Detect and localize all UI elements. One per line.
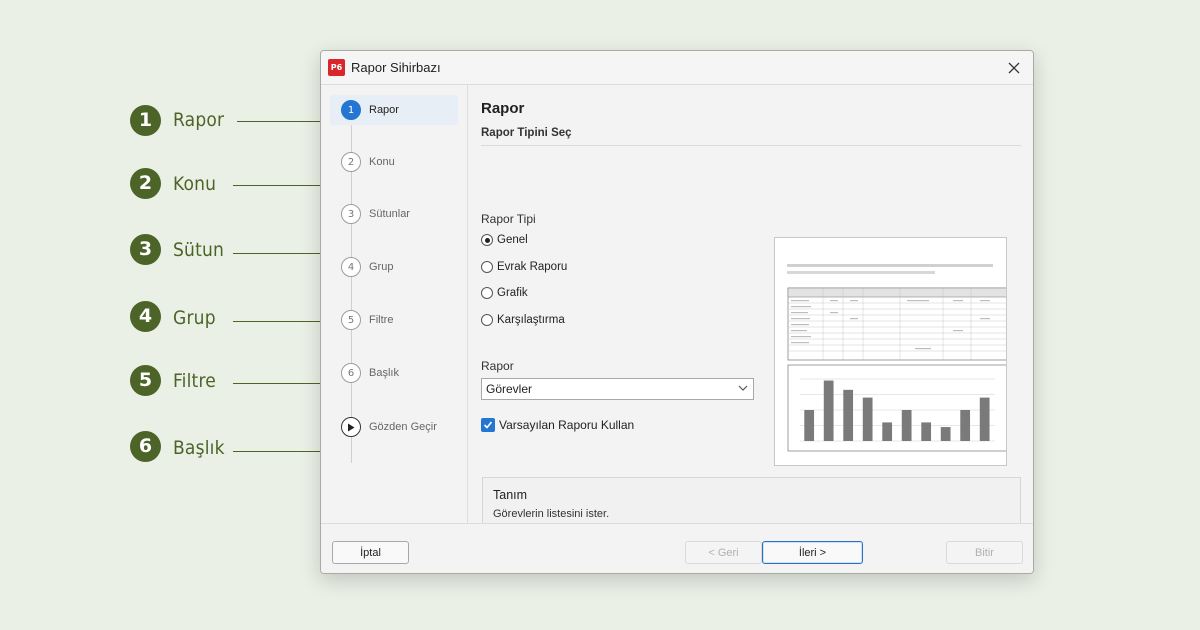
radio-label: Evrak Raporu	[497, 261, 568, 273]
cancel-button[interactable]: İptal	[332, 541, 409, 564]
annotation-number: 2	[130, 167, 161, 199]
annotation-number: 5	[130, 364, 161, 396]
annotation-label: Konu	[173, 173, 217, 195]
description-title: Tanım	[493, 488, 528, 502]
checkbox-label: Varsayılan Raporu Kullan	[499, 418, 635, 432]
connector-line	[237, 121, 333, 122]
radio-label: Grafik	[497, 287, 528, 299]
radio-button[interactable]	[481, 314, 493, 326]
annotation-label: Filtre	[173, 370, 216, 392]
step-number: 6	[341, 363, 361, 383]
annotation-1: 1 Rapor	[130, 104, 224, 136]
title-bar: P6 Rapor Sihirbazı	[321, 51, 1033, 85]
step-sutunlar[interactable]: 3 Sütunlar	[330, 199, 458, 229]
finish-button[interactable]: Bitir	[946, 541, 1023, 564]
play-icon	[341, 417, 361, 437]
step-gozden-gecir[interactable]: Gözden Geçir	[330, 412, 458, 442]
annotation-number: 1	[130, 104, 161, 136]
annotation-6: 6 Başlık	[130, 430, 225, 462]
chevron-down-icon	[738, 385, 748, 391]
step-number: 5	[341, 310, 361, 330]
connector-line	[233, 383, 333, 384]
radio-button[interactable]	[481, 287, 493, 299]
wizard-main-panel: Rapor Rapor Tipini Seç Rapor Tipi Genel …	[469, 85, 1033, 564]
checkbox-checked[interactable]	[481, 418, 495, 432]
step-number: 1	[341, 100, 361, 120]
step-filtre[interactable]: 5 Filtre	[330, 305, 458, 335]
next-button[interactable]: İleri >	[762, 541, 863, 564]
annotation-number: 4	[130, 300, 161, 332]
mini-chart-bar	[940, 427, 951, 441]
annotation-number: 6	[130, 430, 161, 462]
connector-line	[233, 321, 333, 322]
radio-button[interactable]	[481, 261, 493, 273]
report-select-value: Görevler	[486, 382, 533, 396]
page-title: Rapor	[481, 100, 525, 117]
dialog-footer: İptal < Geri İleri > Bitir	[321, 523, 1033, 573]
use-default-report-checkbox[interactable]: Varsayılan Raporu Kullan	[481, 418, 634, 432]
mini-chart-bar	[901, 410, 912, 441]
report-select[interactable]: Görevler	[481, 378, 754, 400]
step-label: Başlık	[369, 367, 399, 379]
step-label: Konu	[369, 156, 395, 168]
radio-evrak-raporu[interactable]: Evrak Raporu	[481, 261, 567, 273]
report-wizard-dialog: P6 Rapor Sihirbazı 1 Rapor 2 Konu 3 Sütu…	[320, 50, 1034, 574]
step-label: Rapor	[369, 104, 399, 116]
description-text: Görevlerin listesini ister.	[493, 508, 610, 520]
step-label: Grup	[369, 261, 394, 273]
mini-chart-bar	[862, 397, 873, 441]
step-number: 4	[341, 257, 361, 277]
annotation-label: Başlık	[173, 437, 225, 459]
radio-label: Karşılaştırma	[497, 314, 565, 326]
radio-grafik[interactable]: Grafik	[481, 287, 528, 299]
radio-genel[interactable]: Genel	[481, 234, 528, 246]
annotation-4: 4 Grup	[130, 300, 216, 332]
mini-chart-bar	[882, 422, 893, 441]
mini-chart-bar	[823, 380, 834, 441]
mini-chart-bar	[960, 410, 971, 441]
radio-button[interactable]	[481, 234, 493, 246]
close-icon	[1008, 62, 1020, 74]
step-number: 2	[341, 152, 361, 172]
divider	[481, 145, 1021, 146]
radio-label: Genel	[497, 234, 528, 246]
radio-karsilastirma[interactable]: Karşılaştırma	[481, 314, 565, 326]
connector-line	[233, 451, 333, 452]
step-baslik[interactable]: 6 Başlık	[330, 358, 458, 388]
mini-chart-bar	[921, 422, 932, 441]
annotation-number: 3	[130, 233, 161, 265]
report-label: Rapor	[481, 359, 514, 373]
step-grup[interactable]: 4 Grup	[330, 252, 458, 282]
step-rapor[interactable]: 1 Rapor	[330, 95, 458, 125]
step-label: Filtre	[369, 314, 394, 326]
annotation-label: Grup	[173, 307, 216, 329]
report-type-label: Rapor Tipi	[481, 212, 536, 226]
step-label: Sütunlar	[369, 208, 410, 220]
mini-chart-bar	[979, 397, 990, 441]
mini-chart-bar	[804, 410, 815, 441]
wizard-steps-sidebar: 1 Rapor 2 Konu 3 Sütunlar 4 Grup 5 Filtr…	[321, 85, 468, 523]
connector-line	[233, 185, 333, 186]
window-title: Rapor Sihirbazı	[351, 60, 441, 75]
annotation-label: Sütun	[173, 239, 225, 261]
annotation-5: 5 Filtre	[130, 364, 216, 396]
step-konu[interactable]: 2 Konu	[330, 147, 458, 177]
step-number: 3	[341, 204, 361, 224]
back-button[interactable]: < Geri	[685, 541, 762, 564]
mini-chart-bar	[843, 389, 854, 441]
annotation-label: Rapor	[173, 109, 225, 131]
annotation-2: 2 Konu	[130, 167, 216, 199]
report-preview-graphic	[787, 264, 1008, 452]
annotation-3: 3 Sütun	[130, 233, 224, 265]
page-subtitle: Rapor Tipini Seç	[481, 127, 572, 139]
report-preview	[774, 237, 1008, 466]
connector-line	[233, 253, 333, 254]
p6-app-icon: P6	[328, 59, 345, 76]
step-label: Gözden Geçir	[369, 421, 437, 433]
close-button[interactable]	[1003, 57, 1025, 79]
